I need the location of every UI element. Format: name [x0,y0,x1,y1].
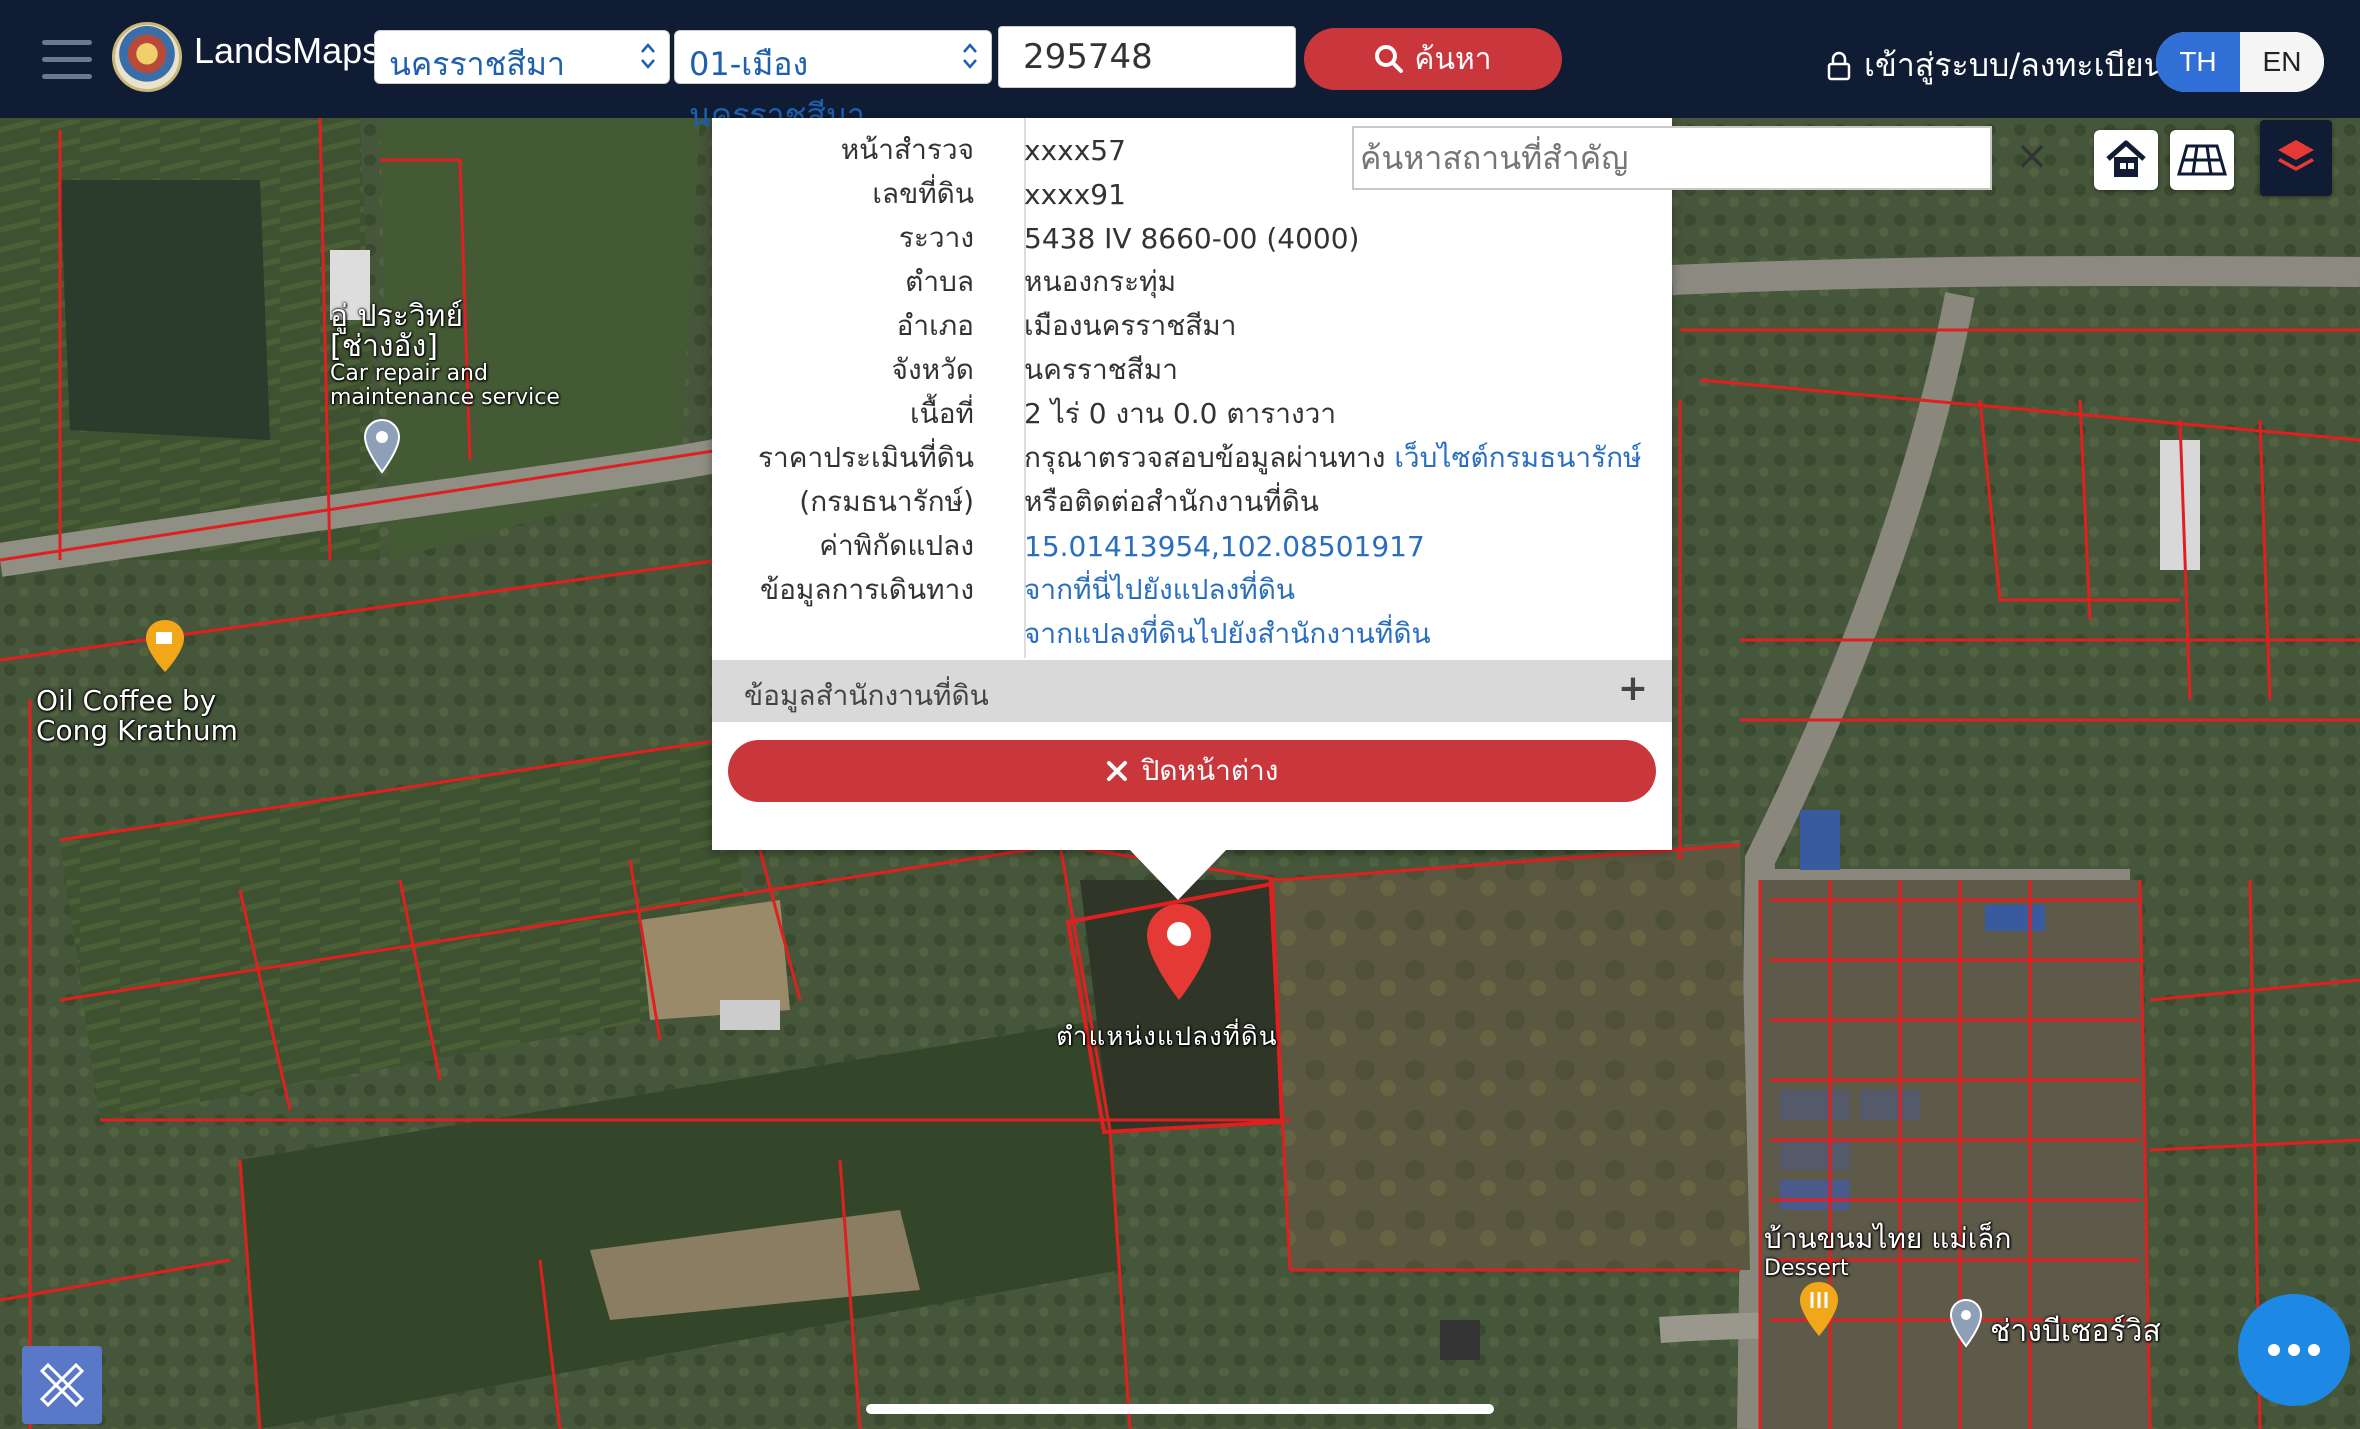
province-select[interactable]: นครราชสีมา [374,30,670,84]
plus-icon: + [1617,668,1648,709]
lang-th-button[interactable]: TH [2156,32,2240,92]
info-value: xxxx91 [1024,177,1126,211]
province-select-value: นครราชสีมา [389,45,565,83]
poi-coffee-name: Oil Coffee by [36,684,217,717]
info-value: หนองกระทุ่ม [1024,265,1177,298]
clear-search-icon[interactable]: × [2010,134,2054,178]
info-row-travel: ข้อมูลการเดินทาง จากที่นี่ไปยังแปลงที่ดิ… [712,568,1672,612]
info-label: จังหวัด [891,353,974,386]
info-row-subdistrict: ตำบล หนองกระทุ่ม [712,260,1672,304]
close-icon [1106,761,1127,781]
service-pin-icon[interactable] [1948,1298,1984,1348]
parcel-info-table: หน้าสำรวจ xxxx57 เลขที่ดิน xxxx91 ระวาง … [712,128,1672,656]
poi-label-coffee[interactable]: Oil Coffee by Cong Krathum [36,686,238,746]
info-value: กรุณาตรวจสอบข้อมูลผ่านทาง เว็บไซต์กรมธนา… [998,436,1642,480]
select-arrows-icon [641,43,655,69]
info-label: ตำบล [905,265,974,298]
chat-dot [2268,1344,2280,1356]
ruler-pencil-icon [39,1362,85,1408]
login-register-link[interactable]: เข้าสู่ระบบ/ลงทะเบียน [1826,40,2165,91]
lock-icon [1827,51,1851,80]
district-select[interactable]: 01-เมืองนครราชสีมา [674,30,992,134]
poi-garage-desc1: Car repair and [330,361,488,386]
lang-en-button[interactable]: EN [2240,32,2324,92]
parcel-info-popup: หน้าสำรวจ xxxx57 เลขที่ดิน xxxx91 ระวาง … [712,118,1672,850]
popup-pointer [1128,848,1228,900]
close-window-button[interactable]: ปิดหน้าต่าง [728,740,1656,802]
info-label: ข้อมูลการเดินทาง [759,573,974,606]
info-label: (กรมธนารักษ์) [799,485,974,518]
poi-garage-subname: [ช่างอัง] [330,329,438,364]
close-window-label: ปิดหน้าต่าง [1141,754,1279,787]
info-label: ราคาประเมินที่ดิน [757,441,974,474]
hamburger-menu-icon[interactable] [42,40,92,80]
info-label: ระวาง [898,221,974,254]
poi-dessert-name: บ้านขนมไทย แม่เล็ก [1764,1222,2012,1255]
parcel-marker-icon[interactable] [1144,902,1214,1002]
select-arrows-icon [963,43,977,69]
directions-to-parcel-link[interactable]: จากที่นี่ไปยังแปลงที่ดิน [998,568,1295,612]
search-button-label: ค้นหา [1414,41,1492,77]
home-view-button[interactable] [2094,130,2158,190]
poi-label-service[interactable]: ช่างบีเซอร์วิส [1990,1308,2161,1355]
measure-tool-button[interactable] [22,1346,102,1424]
info-label: อำเภอ [896,309,974,342]
home-indicator-bar[interactable] [866,1404,1494,1414]
info-label: หน้าสำรวจ [840,133,974,166]
poi-garage-name: อู่ ประวิทย์ [330,299,464,334]
info-value: หรือติดต่อสำนักงานที่ดิน [1024,485,1319,518]
info-row-map-sheet: ระวาง 5438 IV 8660-00 (4000) [712,216,1672,260]
chat-button[interactable] [2238,1294,2350,1406]
home-icon [2106,140,2146,177]
info-row-travel-2: จากแปลงที่ดินไปยังสำนักงานที่ดิน [712,612,1672,656]
place-search-input[interactable] [1352,126,1992,190]
chat-dot [2288,1344,2300,1356]
info-label: เลขที่ดิน [872,177,974,210]
poi-coffee-subname: Cong Krathum [36,714,238,747]
parcel-number-input[interactable] [998,26,1296,88]
app-title: LandsMaps [194,30,381,71]
info-row-price-2: (กรมธนารักษ์) หรือติดต่อสำนักงานที่ดิน [712,480,1672,524]
info-row-price: ราคาประเมินที่ดิน กรุณาตรวจสอบข้อมูลผ่าน… [712,436,1672,480]
top-navbar: LandsMaps นครราชสีมา 01-เมืองนครราชสีมา … [0,0,2360,134]
info-label: ค่าพิกัดแปลง [819,529,974,562]
coordinates-link[interactable]: 15.01413954,102.08501917 [998,530,1425,563]
directions-to-office-link[interactable]: จากแปลงที่ดินไปยังสำนักงานที่ดิน [998,612,1431,656]
info-value: xxxx57 [1024,133,1126,167]
parcel-grid-button[interactable] [2170,130,2234,190]
info-row-coordinates: ค่าพิกัดแปลง 15.01413954,102.08501917 [712,524,1672,568]
land-office-accordion-label: ข้อมูลสำนักงานที่ดิน [744,679,989,712]
poi-garage-desc2: maintenance service [330,385,560,410]
info-value: 5438 IV 8660-00 (4000) [1024,221,1360,255]
info-row-area: เนื้อที่ 2 ไร่ 0 งาน 0.0 ตารางวา [712,392,1672,436]
info-value: นครราชสีมา [1024,353,1178,386]
info-value: 2 ไร่ 0 งาน 0.0 ตารางวา [1024,397,1337,430]
department-logo[interactable] [112,22,182,92]
layers-icon [2278,140,2314,171]
land-office-accordion[interactable]: ข้อมูลสำนักงานที่ดิน + [712,660,1672,722]
poi-label-garage[interactable]: อู่ ประวิทย์ [ช่างอัง] Car repair and ma… [330,302,560,410]
search-icon [1375,45,1404,73]
language-toggle: TH EN [2156,32,2324,92]
login-register-label: เข้าสู่ระบบ/ลงทะเบียน [1864,46,2166,84]
price-text: กรุณาตรวจสอบข้อมูลผ่านทาง [1024,441,1386,474]
chat-dot [2308,1344,2320,1356]
info-row-district: อำเภอ เมืองนครราชสีมา [712,304,1672,348]
poi-pin-icon[interactable] [362,418,402,474]
info-value: เมืองนครราชสีมา [1024,309,1237,342]
coffee-pin-icon[interactable] [142,618,188,674]
parcel-marker-label: ตำแหน่งแปลงที่ดิน [1056,1022,1278,1052]
treasury-website-link[interactable]: เว็บไซต์กรมธนารักษ์ [1394,441,1641,474]
dessert-pin-icon[interactable] [1796,1280,1842,1338]
info-row-province: จังหวัด นครราชสีมา [712,348,1672,392]
info-label: เนื้อที่ [910,397,974,430]
layers-button[interactable] [2260,120,2332,196]
search-button[interactable]: ค้นหา [1304,28,1562,90]
grid-icon [2177,144,2227,176]
poi-label-dessert[interactable]: บ้านขนมไทย แม่เล็ก Dessert [1764,1224,2011,1284]
